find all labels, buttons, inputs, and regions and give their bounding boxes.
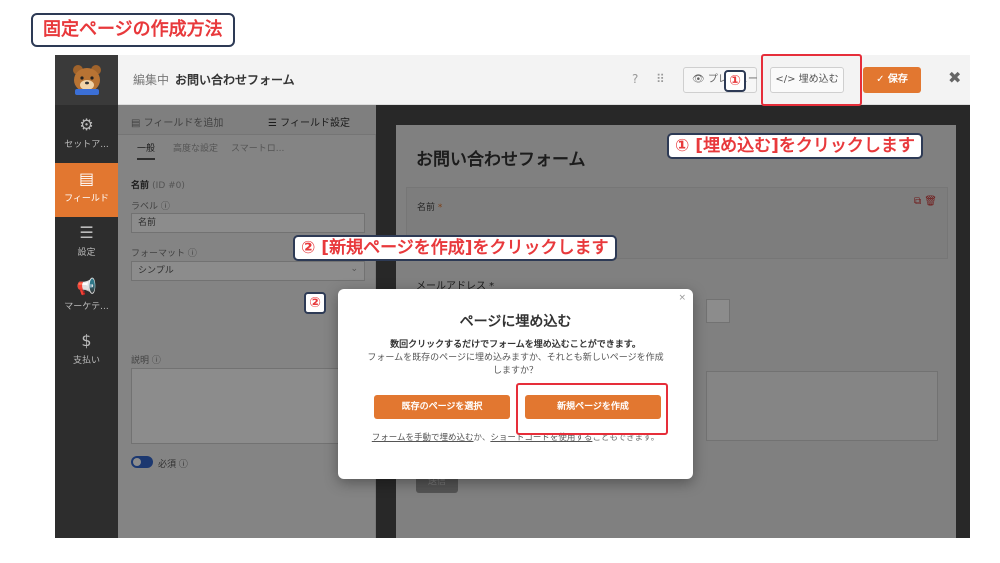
step1-badge: ① <box>724 70 746 92</box>
sidebar-item-payments[interactable]: $ 支払い <box>55 325 118 379</box>
fields-icon: ▤ <box>78 169 95 188</box>
sidebar-item-marketing[interactable]: 📢 マーケテ... <box>55 271 118 325</box>
step2-badge: ② <box>304 292 326 314</box>
modal-title: ページに埋め込む <box>459 314 572 330</box>
gear-icon: ⚙ <box>79 115 94 134</box>
select-existing-page-button[interactable]: 既存のページを選択 <box>374 395 510 419</box>
editing-prefix: 編集中 <box>133 73 170 87</box>
form-name: 編集中 お問い合わせフォーム <box>133 71 295 88</box>
sidebar-item-label: セットア... <box>64 140 109 150</box>
modal-description: 数回クリックするだけでフォームを埋め込むことができます。 フォームを既存のページ… <box>363 339 668 378</box>
new-page-highlight <box>516 383 668 435</box>
sidebar-item-label: 支払い <box>72 356 100 366</box>
sidebar-item-label: フィールド <box>64 194 109 204</box>
dollar-icon: $ <box>81 331 92 350</box>
close-icon[interactable]: ✖ <box>948 68 961 87</box>
modal-desc-bold: 数回クリックするだけでフォームを埋め込むことができます。 <box>390 340 641 350</box>
logo-area <box>55 55 118 105</box>
step1-callout: ① [埋め込む]をクリックします <box>667 133 923 159</box>
bear-logo-icon <box>73 65 101 95</box>
sidebar-item-settings[interactable]: ☰ 設定 <box>55 217 118 271</box>
sidebar-item-fields[interactable]: ▤ フィールド <box>55 163 118 217</box>
manual-embed-link[interactable]: フォームを手動で埋め込む <box>372 433 474 443</box>
modal-desc-text: フォームを既存のページに埋め込みますか、それとも新しいページを作成しますか？ <box>367 353 664 376</box>
megaphone-icon: 📢 <box>76 277 97 296</box>
form-name-text: お問い合わせフォーム <box>175 73 295 87</box>
page-title: 固定ページの作成方法 <box>31 13 235 47</box>
help-icon[interactable]: ? <box>632 72 638 86</box>
grid-icon[interactable]: ⠿ <box>656 72 665 86</box>
embed-highlight <box>761 54 862 106</box>
step2-callout: ② [新規ページを作成]をクリックします <box>293 235 617 261</box>
sidebar-item-label: マーケテ... <box>64 302 109 312</box>
sidebar-item-setup[interactable]: ⚙ セットア... <box>55 109 118 163</box>
modal-close-icon[interactable]: × <box>678 293 686 303</box>
sliders-icon: ☰ <box>79 223 94 242</box>
foot-mid: か、 <box>473 433 491 443</box>
sidebar: ⚙ セットア... ▤ フィールド ☰ 設定 📢 マーケテ... $ 支払い <box>55 105 118 538</box>
save-button[interactable]: ✓ 保存 <box>863 67 921 93</box>
sidebar-item-label: 設定 <box>77 248 96 258</box>
